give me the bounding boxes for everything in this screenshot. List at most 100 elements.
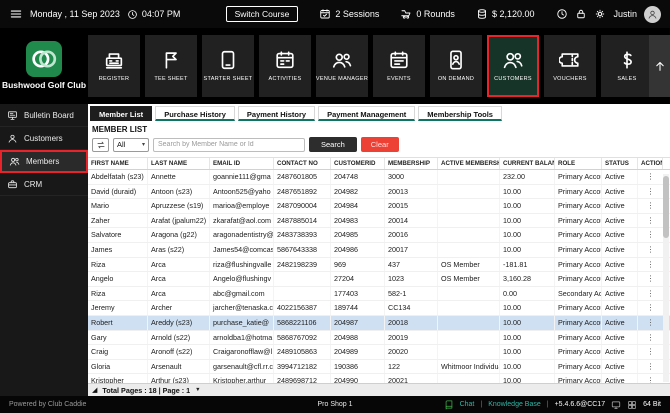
cell-role: Primary Account [555,359,602,374]
history-icon[interactable] [556,8,568,20]
page-dropdown-icon[interactable]: ▼ [195,387,200,393]
tab-membership-tools[interactable]: Membership Tools [418,106,502,121]
chat-link[interactable]: Chat [460,401,475,408]
table-row[interactable]: James Aras (s22) James54@comcas 5867643338 2… [88,242,670,258]
table-row[interactable]: Craig Aronoff (s22) Craigaronofflaw@l 24891… [88,345,670,360]
ribbon-tab-customers[interactable]: CUSTOMERS [487,35,539,97]
row-actions-icon[interactable]: ⋮ [647,260,655,269]
tab-payment-management[interactable]: Payment Management [318,106,416,121]
collapse-ribbon-button[interactable] [649,35,670,97]
column-header-contact-no[interactable]: CONTACT NO [274,158,331,169]
table-row[interactable]: Riza Arca riza@flushingvalle 2482198239 969 4… [88,257,670,273]
cell-status: Active [602,213,638,228]
avatar[interactable] [644,5,661,23]
ribbon-tab-tee-sheet[interactable]: TEE SHEET [145,35,197,97]
row-actions-icon[interactable]: ⋮ [647,318,655,327]
rounds-indicator[interactable]: 0 Rounds [400,8,455,20]
clear-button[interactable]: Clear [360,137,399,152]
lock-icon[interactable] [575,8,587,20]
table-row[interactable]: Zaher Arafat (jpalum22) zkarafat@aol.com 24… [88,213,670,229]
club-caddie-logo-icon [26,41,62,78]
cell-contact-no: 2489698712 [274,374,331,383]
cell-first-name: Robert [88,315,148,330]
column-header-status[interactable]: STATUS [602,158,638,169]
venue-manager-icon [331,49,353,71]
tab-purchase-history[interactable]: Purchase History [155,106,235,121]
refresh-button[interactable] [92,137,109,152]
cell-first-name: Zaher [88,213,148,228]
row-actions-icon[interactable]: ⋮ [647,347,655,356]
column-header-last-name[interactable]: LAST NAME [148,158,210,169]
table-scrollbar[interactable] [663,174,669,382]
table-row[interactable]: Mario Apruzzese (s19) marioa@employe 248709… [88,199,670,214]
ribbon-tab-register[interactable]: REGISTER [88,35,140,97]
column-header-email-id[interactable]: EMAIL ID [210,158,274,169]
table-row[interactable]: Riza Arca abc@gmail.com 177403 582-1 0.00 Seco… [88,286,670,302]
user-icon [647,9,658,20]
row-actions-icon[interactable]: ⋮ [647,230,655,239]
bitness-label: 64 Bit [643,401,661,408]
row-actions-icon[interactable]: ⋮ [647,216,655,225]
row-actions-icon[interactable]: ⋮ [647,289,655,298]
cell-role: Primary Account [555,272,602,286]
table-row[interactable]: Gloria Arsenault garsenault@cfl.rr.c 399471… [88,359,670,375]
cell-customerid: 189744 [331,301,385,315]
column-header-role[interactable]: ROLE [555,158,602,169]
table-row[interactable]: Robert Areddy (s23) purchase_katie@ 5868221… [88,315,670,331]
ribbon-tab-venue-manager[interactable]: VENUE MANAGER [316,35,368,97]
ribbon-tab-vouchers[interactable]: VOUCHERS [544,35,596,97]
switch-course-button[interactable]: Switch Course [225,6,299,22]
menu-icon[interactable] [9,7,23,21]
table-row[interactable]: Abdelfatah (s23) Annette goannie111@gma 248… [88,170,670,185]
sidebar-item-bulletin-board[interactable]: Bulletin Board [0,104,88,127]
search-button[interactable]: Search [309,137,357,152]
column-header-membership[interactable]: MEMBERSHIP [385,158,438,169]
table-row[interactable]: Kristopher Arthur (s23) Kristopher.arthur 2… [88,374,670,383]
table-row[interactable]: Angelo Arca Angelo@flushingv 27204 1023 OS Me… [88,272,670,287]
page-title: MEMBER LIST [92,125,148,134]
row-actions-icon[interactable]: ⋮ [647,187,655,196]
sessions-indicator[interactable]: 2 Sessions [319,8,379,20]
sidebar-item-members[interactable]: Members [0,150,88,173]
search-input[interactable] [153,137,305,152]
table-row[interactable]: Salvatore Aragona (g22) aragonadentistry@ 2… [88,228,670,243]
row-actions-icon[interactable]: ⋮ [647,201,655,210]
ribbon-tab-starter-sheet[interactable]: STARTER SHEET [202,35,254,97]
ribbon-tab-events[interactable]: EVENTS [373,35,425,97]
cell-current-balance: -181.81 [500,257,555,272]
cell-status: Active [602,228,638,242]
row-actions-icon[interactable]: ⋮ [647,303,655,312]
row-actions-icon[interactable]: ⋮ [647,172,655,181]
row-actions-icon[interactable]: ⋮ [647,362,655,371]
table-row[interactable]: Jeremy Archer jarcher@tenaska.c 4022156387 1… [88,301,670,316]
row-actions-icon[interactable]: ⋮ [647,245,655,254]
cell-current-balance: 10.00 [500,213,555,228]
column-header-action[interactable]: ACTION [638,158,663,169]
table-row[interactable]: Gary Arnold (s22) arnoldba1@hotma 586876709… [88,330,670,346]
balance-indicator[interactable]: $ 2,120.00 [476,8,534,20]
sidebar-item-customers[interactable]: Customers [0,127,88,150]
row-actions-icon[interactable]: ⋮ [647,274,655,283]
tab-payment-history[interactable]: Payment History [237,106,316,121]
filter-dropdown[interactable]: All ▾ [113,137,149,152]
scrollbar-thumb[interactable] [663,176,669,238]
column-header-active-membership[interactable]: ACTIVE MEMBERSHIP [438,158,500,169]
ribbon-tab-sales[interactable]: SALES [601,35,653,97]
cell-last-name: Arca [148,257,210,272]
column-header-customerid[interactable]: CUSTOMERID [331,158,385,169]
expand-pagination-icon[interactable]: ◢ [92,387,97,394]
table-row[interactable]: David (duraid) Antoon (s23) Antoon525@yaho… [88,184,670,200]
column-header-current-balance[interactable]: CURRENT BALANCE [500,158,555,169]
sidebar-item-crm[interactable]: CRM [0,173,88,196]
row-actions-icon[interactable]: ⋮ [647,376,655,383]
ribbon-tab-on-demand[interactable]: ON DEMAND [430,35,482,97]
ribbon-tab-activities[interactable]: ACTIVITIES [259,35,311,97]
knowledge-base-link[interactable]: Knowledge Base [488,401,541,408]
sessions-icon [319,8,331,20]
tab-member-list[interactable]: Member List [90,106,153,121]
row-actions-icon[interactable]: ⋮ [647,333,655,342]
cell-current-balance: 10.00 [500,359,555,374]
gear-icon[interactable] [594,8,606,20]
cell-first-name: Riza [88,257,148,272]
column-header-first-name[interactable]: FIRST NAME [88,158,148,169]
